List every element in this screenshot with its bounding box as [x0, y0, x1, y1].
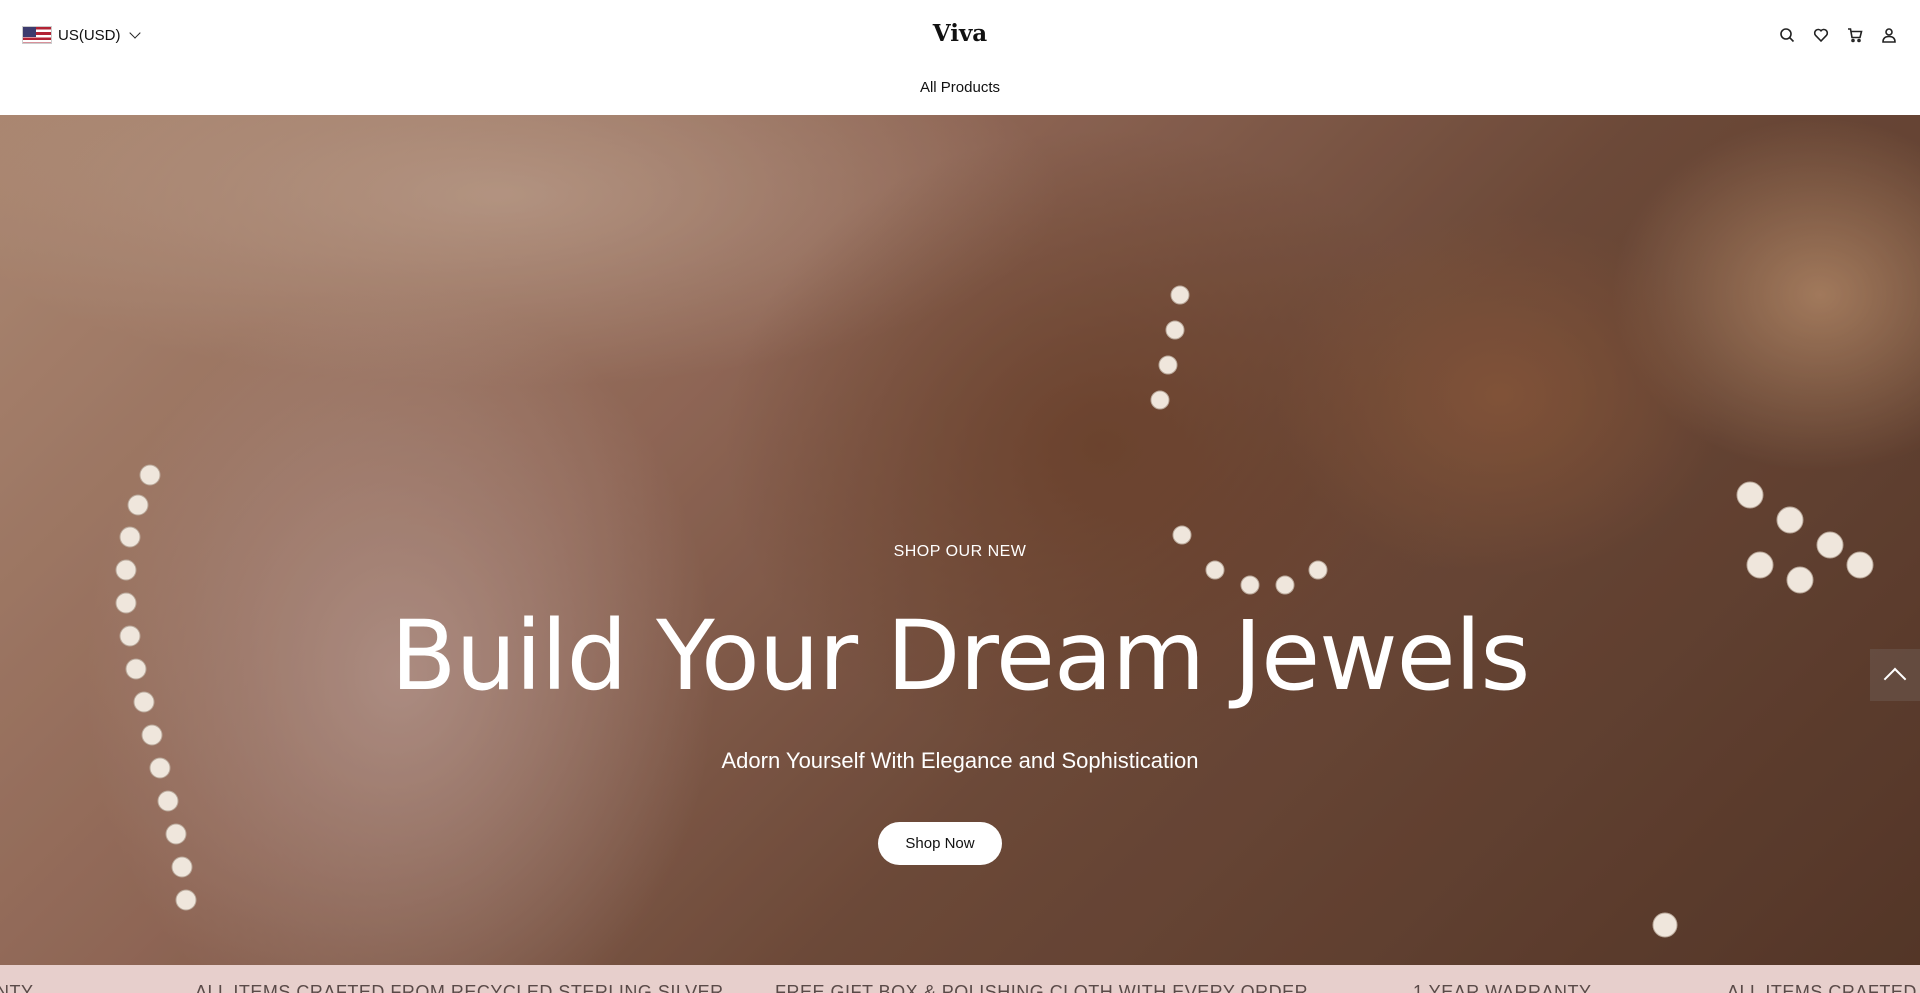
heart-icon[interactable]	[1812, 26, 1830, 44]
site-header: US(USD) Viva All Products	[0, 0, 1920, 115]
user-icon[interactable]	[1880, 26, 1898, 44]
brand-logo[interactable]: Viva	[0, 20, 1920, 47]
hero-content: SHOP OUR NEW Build Your Dream Jewels Ado…	[0, 115, 1920, 965]
marquee-item: NTY	[0, 982, 34, 993]
back-to-top-button[interactable]	[1870, 649, 1920, 701]
hero-subline: Adorn Yourself With Elegance and Sophist…	[721, 748, 1199, 773]
hero-eyebrow: SHOP OUR NEW	[893, 543, 1027, 560]
nav-item-all-products[interactable]: All Products	[920, 79, 1000, 96]
header-actions	[1778, 26, 1898, 44]
chevron-up-icon	[1883, 667, 1907, 691]
hero-headline: Build Your Dream Jewels	[390, 600, 1531, 712]
search-icon[interactable]	[1778, 26, 1796, 44]
main-nav: All Products	[0, 79, 1920, 97]
marquee-item: 1 YEAR WARRANTY	[1413, 982, 1592, 993]
hero-banner: SHOP OUR NEW Build Your Dream Jewels Ado…	[0, 115, 1920, 965]
marquee-item: FREE GIFT BOX & POLISHING CLOTH WITH EVE…	[775, 982, 1309, 993]
cart-icon[interactable]	[1846, 26, 1864, 44]
marquee-item: ALL ITEMS CRAFTED F	[1727, 982, 1920, 993]
announcement-marquee: NTY ALL ITEMS CRAFTED FROM RECYCLED STER…	[0, 965, 1920, 993]
marquee-item: ALL ITEMS CRAFTED FROM RECYCLED STERLING…	[195, 982, 724, 993]
shop-now-button[interactable]: Shop Now	[878, 822, 1002, 865]
